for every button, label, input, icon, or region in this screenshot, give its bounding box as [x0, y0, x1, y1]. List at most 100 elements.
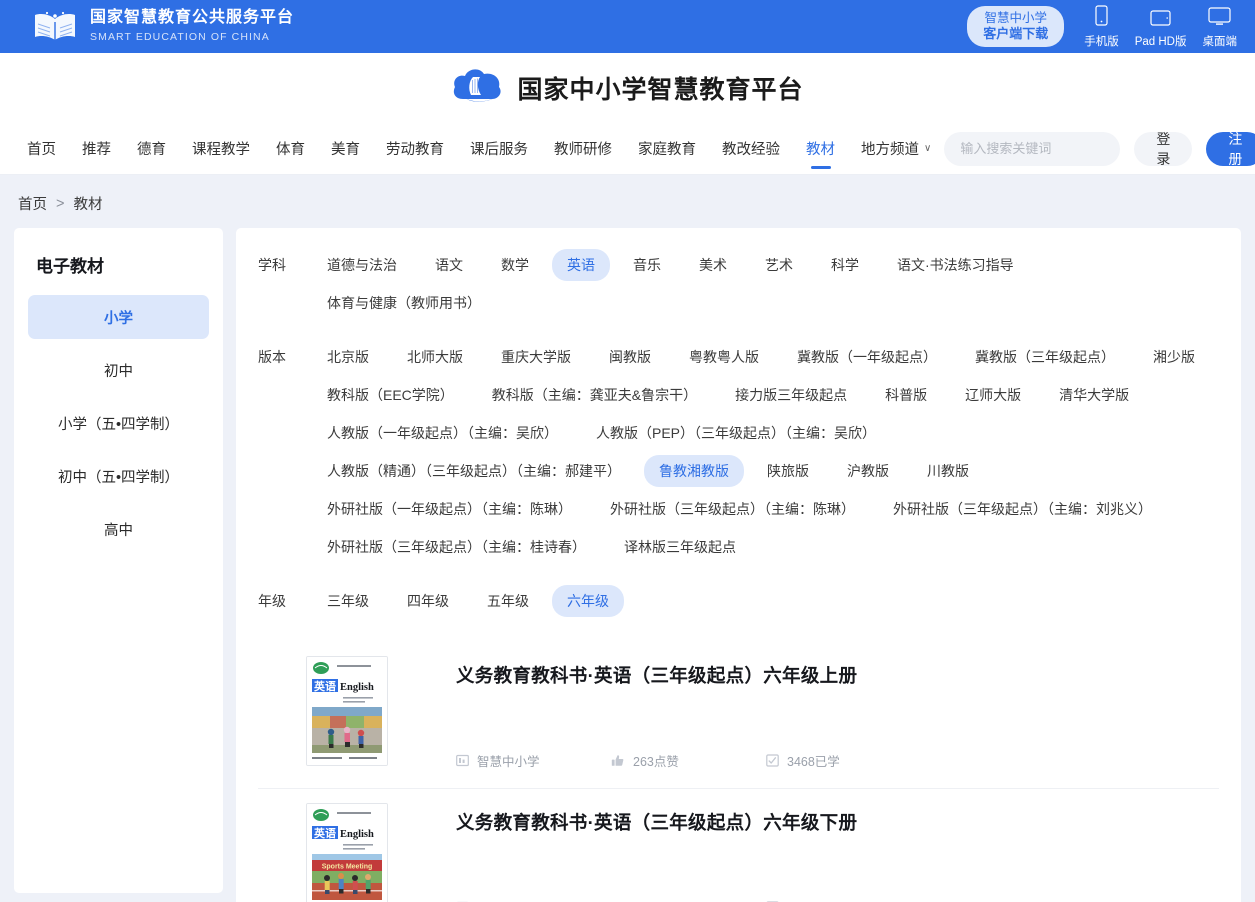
nav-label: 教改经验 [722, 142, 780, 158]
search-input[interactable] [960, 141, 1137, 156]
download-mobile[interactable]: 手机版 [1084, 4, 1119, 49]
publisher-icon [456, 754, 469, 767]
version-option-minjiao[interactable]: 闽教版 [594, 341, 666, 373]
sidebar-item-junior-high[interactable]: 初中 [28, 348, 209, 392]
grade-option-5[interactable]: 五年级 [472, 585, 544, 617]
version-option-renjiao-pep-g3-wuxin[interactable]: 人教版（PEP）（三年级起点）（主编：吴欣） [581, 417, 891, 449]
sidebar-item-label: 小学 [104, 310, 133, 327]
meta-publisher-text: 智慧中小学 [477, 898, 540, 902]
login-button[interactable]: 登录 [1134, 131, 1193, 167]
nav-item-after-school[interactable]: 课后服务 [457, 123, 541, 175]
version-option-tsinghua-univ[interactable]: 清华大学版 [1044, 379, 1144, 411]
nav-label: 劳动教育 [386, 142, 444, 158]
nav-item-family-education[interactable]: 家庭教育 [625, 123, 709, 175]
version-option-jijiao-g3[interactable]: 冀教版（三年级起点） [960, 341, 1130, 373]
version-option-renjiao-g1-wuxin[interactable]: 人教版（一年级起点）（主编：吴欣） [312, 417, 573, 449]
version-option-hujiao[interactable]: 沪教版 [832, 455, 904, 487]
nav-item-curriculum[interactable]: 课程教学 [179, 123, 263, 175]
download-mobile-label: 手机版 [1084, 35, 1119, 48]
nav-item-aesthetic-education[interactable]: 美育 [318, 123, 373, 175]
version-option-bsd[interactable]: 北师大版 [392, 341, 478, 373]
search-box[interactable] [944, 131, 1153, 166]
sidebar-item-primary-54[interactable]: 小学（五•四学制） [28, 401, 209, 445]
version-option-chongqing-univ[interactable]: 重庆大学版 [486, 341, 586, 373]
sidebar: 电子教材 小学 初中 小学（五•四学制） 初中（五•四学制） 高中 [14, 228, 223, 893]
subject-option-math[interactable]: 数学 [486, 249, 544, 281]
filter-grade-options: 三年级 四年级 五年级 六年级 [312, 582, 1219, 620]
download-pad[interactable]: Pad HD版 [1135, 9, 1187, 49]
version-option-jijiao-g1[interactable]: 冀教版（一年级起点） [782, 341, 952, 373]
filter-version-label: 版本 [258, 349, 286, 365]
version-option-waiyanshe-g3-chenlin[interactable]: 外研社版（三年级起点）（主编：陈琳） [595, 493, 870, 525]
sidebar-item-label: 小学（五•四学制） [57, 416, 180, 433]
brand-name-cn: 国家智慧教育公共服务平台 [90, 9, 295, 27]
version-option-chuanjiao[interactable]: 川教版 [912, 455, 984, 487]
platform-brand[interactable]: 国家智慧教育公共服务平台 SMART EDUCATION OF CHINA [14, 9, 294, 44]
book-title[interactable]: 义务教育教科书·英语（三年级起点）六年级上册 [456, 662, 1219, 688]
subject-option-english[interactable]: 英语 [552, 249, 610, 281]
grade-option-6[interactable]: 六年级 [552, 585, 624, 617]
subject-option-music[interactable]: 音乐 [618, 249, 676, 281]
version-option-beijing[interactable]: 北京版 [312, 341, 384, 373]
version-option-jiaoke-eec[interactable]: 教科版（EEC学院） [312, 379, 469, 411]
book-cover-thumbnail[interactable]: 英语 English Sports Meeting [306, 803, 388, 902]
version-option-yuejiao-yueren[interactable]: 粤教粤人版 [674, 341, 774, 373]
version-option-shanlv[interactable]: 陕旅版 [752, 455, 824, 487]
version-option-lujiao-xiangjiao[interactable]: 鲁教湘教版 [644, 455, 744, 487]
version-option-jiaoke-gongyafu[interactable]: 教科版（主编：龚亚夫&鲁宗干） [477, 379, 712, 411]
grade-option-3[interactable]: 三年级 [312, 585, 384, 617]
table-row[interactable]: 英语 English 义务教育教科书·英语（三年级起点）六年级上册 智慧中小学 … [258, 642, 1219, 788]
subject-option-fine-arts[interactable]: 美术 [684, 249, 742, 281]
grade-option-4[interactable]: 四年级 [392, 585, 464, 617]
nav-item-reform-experience[interactable]: 教改经验 [709, 123, 793, 175]
register-button[interactable]: 注册 [1206, 131, 1255, 167]
subject-option-arts[interactable]: 艺术 [750, 249, 808, 281]
meta-likes-text: 57点赞 [633, 898, 672, 902]
meta-studied: 3468已学 [766, 751, 921, 770]
chevron-down-icon: ∨ [924, 143, 932, 154]
nav-label: 教师研修 [554, 142, 612, 158]
meta-likes: 57点赞 [611, 898, 766, 902]
nav-label: 首页 [27, 142, 56, 158]
nav-item-recommend[interactable]: 推荐 [69, 123, 124, 175]
subject-option-pe-health[interactable]: 体育与健康（教师用书） [312, 287, 496, 319]
sidebar-item-senior-high[interactable]: 高中 [28, 507, 209, 551]
subject-option-chinese[interactable]: 语文 [420, 249, 478, 281]
nav-item-labor-education[interactable]: 劳动教育 [373, 123, 457, 175]
sidebar-item-primary-school[interactable]: 小学 [28, 295, 209, 339]
version-option-liaoshida[interactable]: 辽师大版 [950, 379, 1036, 411]
site-logo-group[interactable]: 国家中小学智慧教育平台 [451, 65, 803, 112]
meta-likes: 263点赞 [611, 751, 766, 770]
download-desktop[interactable]: 桌面端 [1203, 6, 1237, 49]
nav-item-moral-education[interactable]: 德育 [124, 123, 179, 175]
version-option-waiyanshe-g1-chenlin[interactable]: 外研社版（一年级起点）（主编：陈琳） [312, 493, 587, 525]
nav-label: 地方频道 [861, 142, 919, 158]
subject-option-science[interactable]: 科学 [816, 249, 874, 281]
nav-label: 教材 [806, 142, 835, 158]
nav-item-home[interactable]: 首页 [14, 123, 69, 175]
client-download-button[interactable]: 智慧中小学 客户端下载 [967, 6, 1065, 47]
version-option-jieli-g3[interactable]: 接力版三年级起点 [720, 379, 862, 411]
subject-option-morality[interactable]: 道德与法治 [312, 249, 412, 281]
version-option-waiyanshe-g3-guishichun[interactable]: 外研社版（三年级起点）（主编：桂诗春） [312, 531, 601, 563]
book-title[interactable]: 义务教育教科书·英语（三年级起点）六年级下册 [456, 809, 1219, 835]
nav-item-list: 首页 推荐 德育 课程教学 体育 美育 劳动教育 课后服务 教师研修 家庭教育 … [14, 123, 944, 175]
book-info: 义务教育教科书·英语（三年级起点）六年级上册 智慧中小学 263点赞 3468已… [388, 656, 1219, 770]
nav-item-teacher-training[interactable]: 教师研修 [541, 123, 625, 175]
book-info: 义务教育教科书·英语（三年级起点）六年级下册 智慧中小学 [388, 803, 1219, 902]
top-utility-bar: 国家智慧教育公共服务平台 SMART EDUCATION OF CHINA 智慧… [0, 0, 1255, 53]
book-cover-thumbnail[interactable]: 英语 English [306, 656, 388, 766]
version-option-renjiao-jingtong-g3[interactable]: 人教版（精通）（三年级起点）（主编：郝建平） [312, 455, 636, 487]
nav-item-local-channel[interactable]: 地方频道 ∨ [848, 123, 944, 175]
nav-item-physical-education[interactable]: 体育 [263, 123, 318, 175]
sidebar-item-junior-54[interactable]: 初中（五•四学制） [28, 454, 209, 498]
table-row[interactable]: 英语 English Sports Meeting 义务教育教科书·英语（三年级… [258, 788, 1219, 902]
svg-text:English: English [340, 829, 374, 840]
version-option-yilin-g3[interactable]: 译林版三年级起点 [609, 531, 751, 563]
version-option-kepu[interactable]: 科普版 [870, 379, 942, 411]
version-option-xiangshao[interactable]: 湘少版 [1138, 341, 1210, 373]
breadcrumb-home[interactable]: 首页 [18, 193, 47, 214]
nav-item-textbooks[interactable]: 教材 [793, 123, 848, 175]
subject-option-calligraphy[interactable]: 语文·书法练习指导 [882, 249, 1029, 281]
version-option-waiyanshe-g3-liuzhaoyi[interactable]: 外研社版（三年级起点）（主编：刘兆义） [878, 493, 1167, 525]
